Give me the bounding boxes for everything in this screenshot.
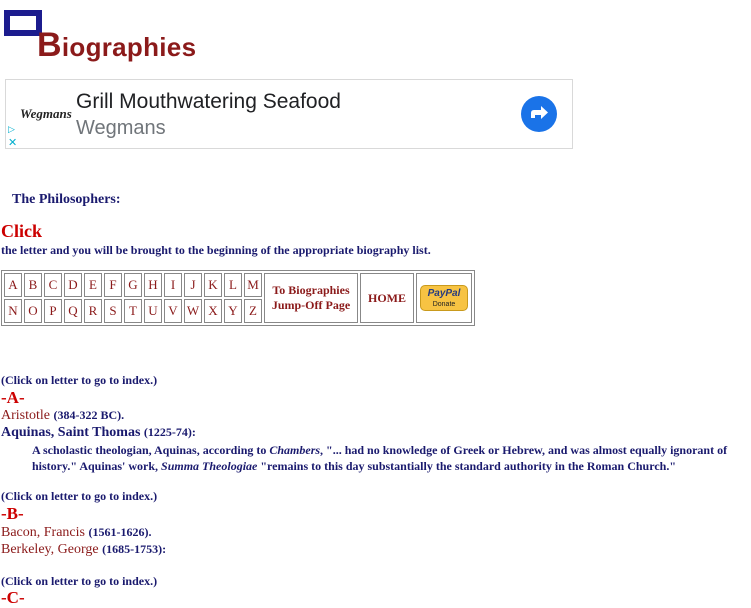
source-title: Chambers: [269, 443, 321, 457]
entry-berkeley: Berkeley, George (1685-1753):: [1, 542, 166, 558]
letter-link-c[interactable]: C: [44, 273, 62, 297]
entry-aquinas: Aquinas, Saint Thomas (1225-74):: [1, 425, 196, 441]
entry-dates: (1561-1626).: [88, 525, 152, 539]
letter-link-k[interactable]: K: [204, 273, 222, 297]
paypal-donate-cell: PayPal Donate: [416, 273, 472, 323]
letter-link-g[interactable]: G: [124, 273, 142, 297]
letter-link-b[interactable]: B: [24, 273, 42, 297]
entry-dates: (384-322 BC).: [53, 408, 125, 422]
index-note[interactable]: (Click on letter to go to index.): [1, 574, 157, 589]
index-note[interactable]: (Click on letter to go to index.): [1, 489, 157, 504]
letter-link-p[interactable]: P: [44, 299, 62, 323]
letter-link-n[interactable]: N: [4, 299, 22, 323]
letter-link-r[interactable]: R: [84, 299, 102, 323]
letter-link-o[interactable]: O: [24, 299, 42, 323]
letter-nav-table: A B C D E F G H I J K L M To Biographies…: [1, 270, 475, 326]
home-link[interactable]: HOME: [360, 273, 414, 323]
letter-link-s[interactable]: S: [104, 299, 122, 323]
letter-link-q[interactable]: Q: [64, 299, 82, 323]
paypal-logo: PayPal: [427, 288, 461, 299]
page-title: The Philosophers:: [12, 192, 121, 207]
letter-link-f[interactable]: F: [104, 273, 122, 297]
jump-off-line-1: To Biographies: [272, 283, 350, 297]
ad-advertiser[interactable]: Wegmans: [76, 117, 166, 140]
letter-link-w[interactable]: W: [184, 299, 202, 323]
entry-dates: (1685-1753):: [102, 542, 167, 556]
letter-link-v[interactable]: V: [164, 299, 182, 323]
entry-name-link[interactable]: Aristotle: [1, 408, 50, 423]
letter-link-l[interactable]: L: [224, 273, 242, 297]
letter-link-d[interactable]: D: [64, 273, 82, 297]
ad-brand-logo: Wegmans: [20, 106, 72, 121]
ad-close-icon[interactable]: ✕: [8, 136, 17, 149]
letter-link-x[interactable]: X: [204, 299, 222, 323]
entry-name-link[interactable]: Bacon, Francis: [1, 525, 85, 540]
section-heading-c: -C-: [1, 588, 25, 607]
letter-link-e[interactable]: E: [84, 273, 102, 297]
letter-link-h[interactable]: H: [144, 273, 162, 297]
paypal-donate-button[interactable]: PayPal Donate: [420, 285, 468, 311]
arrow-right-icon[interactable]: [521, 96, 557, 132]
letter-link-m[interactable]: M: [244, 273, 262, 297]
letter-link-i[interactable]: I: [164, 273, 182, 297]
letter-link-a[interactable]: A: [4, 273, 22, 297]
work-title: Summa Theologiae: [161, 459, 258, 473]
donate-label: Donate: [432, 301, 456, 308]
ad-choices-icon[interactable]: ▷: [8, 124, 15, 135]
letter-link-j[interactable]: J: [184, 273, 202, 297]
letter-link-y[interactable]: Y: [224, 299, 242, 323]
jump-off-page-link[interactable]: To Biographies Jump-Off Page: [264, 273, 358, 323]
entry-description: A scholastic theologian, Aquinas, accord…: [32, 443, 728, 473]
logo-text: Biographies: [37, 26, 197, 64]
click-instructions: the letter and you will be brought to th…: [1, 243, 431, 257]
section-heading-b: -B-: [1, 504, 24, 523]
entry-bacon: Bacon, Francis (1561-1626).: [1, 525, 151, 541]
letter-link-t[interactable]: T: [124, 299, 142, 323]
click-heading: Click: [1, 221, 43, 241]
ad-headline[interactable]: Grill Mouthwatering Seafood: [76, 90, 341, 114]
ad-banner[interactable]: Wegmans Grill Mouthwatering Seafood Wegm…: [5, 79, 573, 149]
entry-dates: (1225-74):: [143, 425, 196, 439]
entry-name-link[interactable]: Berkeley, George: [1, 542, 99, 557]
letter-link-u[interactable]: U: [144, 299, 162, 323]
index-note[interactable]: (Click on letter to go to index.): [1, 373, 157, 388]
letter-link-z[interactable]: Z: [244, 299, 262, 323]
jump-off-line-2: Jump-Off Page: [271, 298, 351, 312]
entry-name: Aquinas, Saint Thomas: [1, 425, 141, 440]
entry-aristotle: Aristotle (384-322 BC).: [1, 408, 124, 424]
site-logo[interactable]: Biographies: [3, 8, 213, 64]
section-heading-a: -A-: [1, 388, 25, 407]
